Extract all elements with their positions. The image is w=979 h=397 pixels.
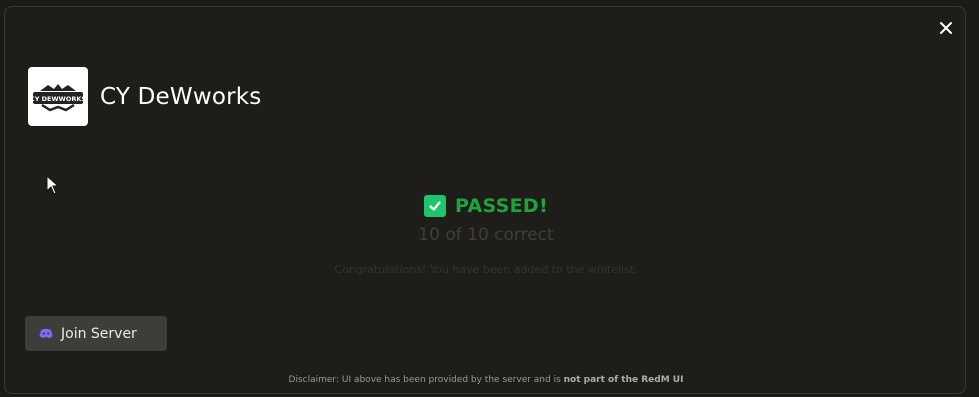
close-icon bbox=[940, 22, 952, 34]
server-name: CY DeWworks bbox=[100, 83, 262, 110]
join-server-label: Join Server bbox=[61, 325, 137, 342]
svg-text:CY DEWWORKS: CY DEWWORKS bbox=[32, 95, 84, 103]
checkmark-icon bbox=[424, 195, 447, 217]
server-header: CY DEWWORKS CY DeWworks bbox=[28, 67, 261, 126]
discord-icon bbox=[39, 328, 53, 338]
result-message: Congratulations! You have been added to … bbox=[334, 263, 638, 276]
disclaimer-text: Disclaimer: UI above has been provided b… bbox=[288, 375, 564, 385]
result-status: PASSED! bbox=[424, 191, 548, 221]
disclaimer: Disclaimer: UI above has been provided b… bbox=[5, 375, 967, 385]
disclaimer-emphasis: not part of the RedM UI bbox=[563, 375, 684, 385]
score-text: 10 of 10 correct bbox=[418, 225, 554, 245]
close-button[interactable] bbox=[935, 17, 957, 39]
join-server-button[interactable]: Join Server bbox=[25, 316, 167, 351]
cy-dewworks-logo-icon: CY DEWWORKS bbox=[32, 83, 84, 111]
whitelist-result-modal: CY DEWWORKS CY DeWworks PASSED! 10 of 10… bbox=[4, 6, 966, 394]
result-title: PASSED! bbox=[455, 195, 548, 217]
result-section: PASSED! 10 of 10 correct Congratulations… bbox=[5, 191, 967, 276]
server-logo: CY DEWWORKS bbox=[28, 67, 88, 126]
